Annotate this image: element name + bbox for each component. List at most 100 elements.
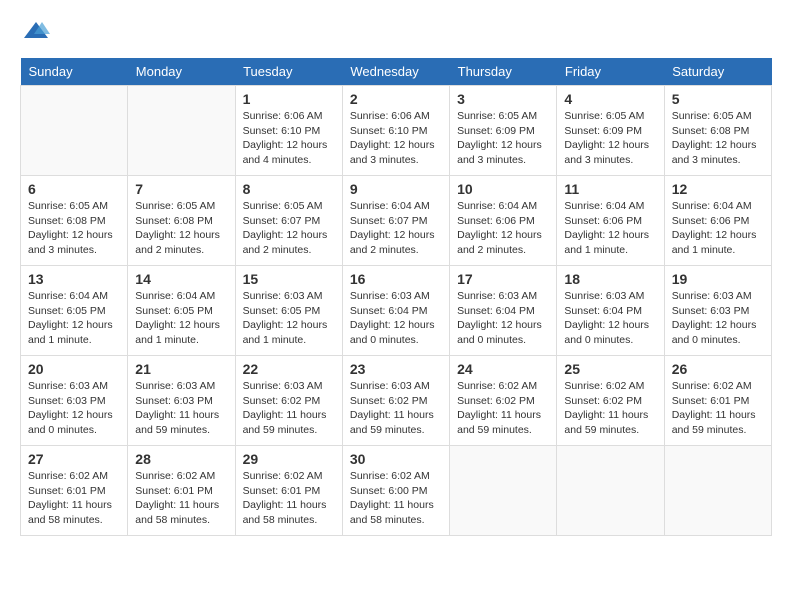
- calendar-cell: 18Sunrise: 6:03 AM Sunset: 6:04 PM Dayli…: [557, 266, 664, 356]
- day-info: Sunrise: 6:04 AM Sunset: 6:06 PM Dayligh…: [457, 199, 549, 258]
- calendar-cell: [128, 86, 235, 176]
- day-info: Sunrise: 6:06 AM Sunset: 6:10 PM Dayligh…: [350, 109, 442, 168]
- day-number: 9: [350, 181, 442, 197]
- day-number: 1: [243, 91, 335, 107]
- day-info: Sunrise: 6:05 AM Sunset: 6:08 PM Dayligh…: [135, 199, 227, 258]
- day-info: Sunrise: 6:04 AM Sunset: 6:07 PM Dayligh…: [350, 199, 442, 258]
- day-info: Sunrise: 6:03 AM Sunset: 6:03 PM Dayligh…: [672, 289, 764, 348]
- day-info: Sunrise: 6:03 AM Sunset: 6:03 PM Dayligh…: [28, 379, 120, 438]
- day-number: 16: [350, 271, 442, 287]
- calendar-cell: 2 Sunrise: 6:06 AM Sunset: 6:10 PM Daylig…: [342, 86, 449, 176]
- day-number: 28: [135, 451, 227, 467]
- day-info: Sunrise: 6:02 AM Sunset: 6:00 PM Dayligh…: [350, 469, 442, 528]
- calendar-cell: 11Sunrise: 6:04 AM Sunset: 6:06 PM Dayli…: [557, 176, 664, 266]
- calendar-cell: 9 Sunrise: 6:04 AM Sunset: 6:07 PM Daylig…: [342, 176, 449, 266]
- calendar-cell: 27 Sunrise: 6:02 AM Sunset: 6:01 PM Dayli…: [21, 446, 128, 536]
- day-info: Sunrise: 6:02 AM Sunset: 6:01 PM Dayligh…: [28, 469, 120, 528]
- day-number: 24: [457, 361, 549, 377]
- day-info: Sunrise: 6:02 AM Sunset: 6:01 PM Dayligh…: [243, 469, 335, 528]
- calendar-cell: 12 Sunrise: 6:04 AM Sunset: 6:06 PM Dayli…: [664, 176, 771, 266]
- day-info: Sunrise: 6:05 AM Sunset: 6:08 PM Dayligh…: [672, 109, 764, 168]
- day-number: 3: [457, 91, 549, 107]
- calendar-cell: [450, 446, 557, 536]
- day-number: 26: [672, 361, 764, 377]
- day-number: 25: [564, 361, 656, 377]
- calendar-day-header: Saturday: [664, 58, 771, 86]
- calendar-day-header: Wednesday: [342, 58, 449, 86]
- day-number: 15: [243, 271, 335, 287]
- calendar-cell: 15 Sunrise: 6:03 AM Sunset: 6:05 PM Dayli…: [235, 266, 342, 356]
- calendar-cell: 28 Sunrise: 6:02 AM Sunset: 6:01 PM Dayli…: [128, 446, 235, 536]
- day-number: 8: [243, 181, 335, 197]
- day-info: Sunrise: 6:05 AM Sunset: 6:08 PM Dayligh…: [28, 199, 120, 258]
- day-number: 27: [28, 451, 120, 467]
- calendar-week-row: 13 Sunrise: 6:04 AM Sunset: 6:05 PM Dayli…: [21, 266, 772, 356]
- day-number: 5: [672, 91, 764, 107]
- calendar-cell: [557, 446, 664, 536]
- day-number: 22: [243, 361, 335, 377]
- day-info: Sunrise: 6:03 AM Sunset: 6:04 PM Dayligh…: [457, 289, 549, 348]
- calendar-table: SundayMondayTuesdayWednesdayThursdayFrid…: [20, 58, 772, 536]
- calendar-cell: 8 Sunrise: 6:05 AM Sunset: 6:07 PM Daylig…: [235, 176, 342, 266]
- day-number: 20: [28, 361, 120, 377]
- day-number: 11: [564, 181, 656, 197]
- calendar-cell: 21 Sunrise: 6:03 AM Sunset: 6:03 PM Dayli…: [128, 356, 235, 446]
- calendar-cell: 10 Sunrise: 6:04 AM Sunset: 6:06 PM Dayli…: [450, 176, 557, 266]
- calendar-header-row: SundayMondayTuesdayWednesdayThursdayFrid…: [21, 58, 772, 86]
- calendar-cell: 22 Sunrise: 6:03 AM Sunset: 6:02 PM Dayli…: [235, 356, 342, 446]
- calendar-cell: 29 Sunrise: 6:02 AM Sunset: 6:01 PM Dayli…: [235, 446, 342, 536]
- calendar-cell: 16 Sunrise: 6:03 AM Sunset: 6:04 PM Dayli…: [342, 266, 449, 356]
- calendar-day-header: Tuesday: [235, 58, 342, 86]
- calendar-cell: 19Sunrise: 6:03 AM Sunset: 6:03 PM Dayli…: [664, 266, 771, 356]
- calendar-cell: 3 Sunrise: 6:05 AM Sunset: 6:09 PM Daylig…: [450, 86, 557, 176]
- calendar-day-header: Sunday: [21, 58, 128, 86]
- day-info: Sunrise: 6:03 AM Sunset: 6:03 PM Dayligh…: [135, 379, 227, 438]
- day-info: Sunrise: 6:02 AM Sunset: 6:02 PM Dayligh…: [564, 379, 656, 438]
- day-number: 18: [564, 271, 656, 287]
- calendar-day-header: Thursday: [450, 58, 557, 86]
- day-number: 2: [350, 91, 442, 107]
- logo: [20, 20, 50, 42]
- day-info: Sunrise: 6:02 AM Sunset: 6:01 PM Dayligh…: [135, 469, 227, 528]
- calendar-cell: 25 Sunrise: 6:02 AM Sunset: 6:02 PM Dayli…: [557, 356, 664, 446]
- day-number: 29: [243, 451, 335, 467]
- day-number: 21: [135, 361, 227, 377]
- calendar-cell: 7 Sunrise: 6:05 AM Sunset: 6:08 PM Daylig…: [128, 176, 235, 266]
- calendar-week-row: 6 Sunrise: 6:05 AM Sunset: 6:08 PM Daylig…: [21, 176, 772, 266]
- day-number: 12: [672, 181, 764, 197]
- day-info: Sunrise: 6:04 AM Sunset: 6:05 PM Dayligh…: [28, 289, 120, 348]
- calendar-cell: 14Sunrise: 6:04 AM Sunset: 6:05 PM Dayli…: [128, 266, 235, 356]
- calendar-cell: 17Sunrise: 6:03 AM Sunset: 6:04 PM Dayli…: [450, 266, 557, 356]
- calendar-cell: 4Sunrise: 6:05 AM Sunset: 6:09 PM Daylig…: [557, 86, 664, 176]
- day-info: Sunrise: 6:03 AM Sunset: 6:05 PM Dayligh…: [243, 289, 335, 348]
- day-info: Sunrise: 6:05 AM Sunset: 6:09 PM Dayligh…: [457, 109, 549, 168]
- day-number: 6: [28, 181, 120, 197]
- day-info: Sunrise: 6:04 AM Sunset: 6:06 PM Dayligh…: [672, 199, 764, 258]
- logo-icon: [22, 20, 50, 42]
- day-number: 13: [28, 271, 120, 287]
- calendar-day-header: Friday: [557, 58, 664, 86]
- calendar-week-row: 20 Sunrise: 6:03 AM Sunset: 6:03 PM Dayli…: [21, 356, 772, 446]
- calendar-cell: 20 Sunrise: 6:03 AM Sunset: 6:03 PM Dayli…: [21, 356, 128, 446]
- calendar-cell: 23Sunrise: 6:03 AM Sunset: 6:02 PM Dayli…: [342, 356, 449, 446]
- day-info: Sunrise: 6:05 AM Sunset: 6:07 PM Dayligh…: [243, 199, 335, 258]
- day-info: Sunrise: 6:03 AM Sunset: 6:04 PM Dayligh…: [350, 289, 442, 348]
- calendar-cell: [664, 446, 771, 536]
- calendar-cell: 26 Sunrise: 6:02 AM Sunset: 6:01 PM Dayli…: [664, 356, 771, 446]
- calendar-cell: 24 Sunrise: 6:02 AM Sunset: 6:02 PM Dayli…: [450, 356, 557, 446]
- day-info: Sunrise: 6:03 AM Sunset: 6:02 PM Dayligh…: [243, 379, 335, 438]
- day-info: Sunrise: 6:02 AM Sunset: 6:02 PM Dayligh…: [457, 379, 549, 438]
- page-header: [20, 20, 772, 42]
- calendar-cell: 13 Sunrise: 6:04 AM Sunset: 6:05 PM Dayli…: [21, 266, 128, 356]
- day-info: Sunrise: 6:04 AM Sunset: 6:05 PM Dayligh…: [135, 289, 227, 348]
- day-number: 30: [350, 451, 442, 467]
- day-number: 7: [135, 181, 227, 197]
- calendar-cell: [21, 86, 128, 176]
- calendar-cell: 6 Sunrise: 6:05 AM Sunset: 6:08 PM Daylig…: [21, 176, 128, 266]
- calendar-cell: 1Sunrise: 6:06 AM Sunset: 6:10 PM Daylig…: [235, 86, 342, 176]
- day-info: Sunrise: 6:05 AM Sunset: 6:09 PM Dayligh…: [564, 109, 656, 168]
- calendar-day-header: Monday: [128, 58, 235, 86]
- day-info: Sunrise: 6:02 AM Sunset: 6:01 PM Dayligh…: [672, 379, 764, 438]
- day-number: 23: [350, 361, 442, 377]
- day-number: 10: [457, 181, 549, 197]
